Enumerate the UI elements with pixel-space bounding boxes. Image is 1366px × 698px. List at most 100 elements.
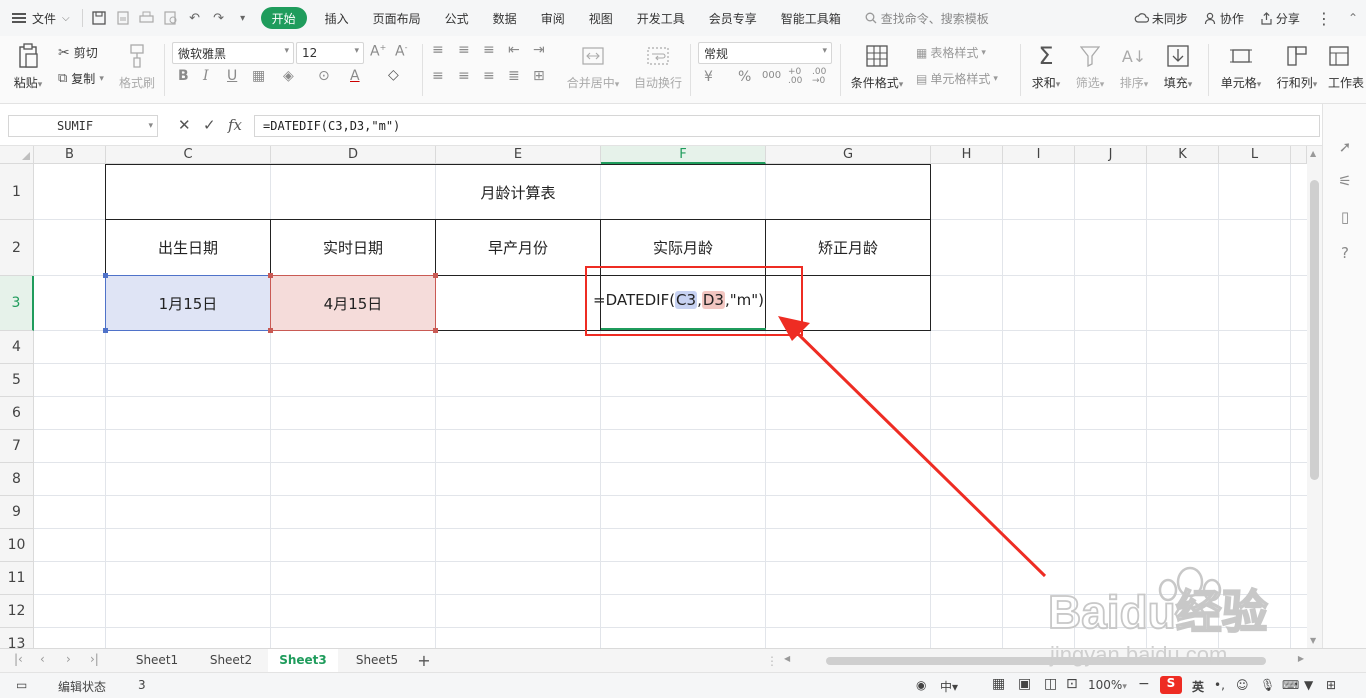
emoji-icon[interactable]: ☺ bbox=[1236, 678, 1249, 692]
tab-data[interactable]: 数据 bbox=[481, 0, 529, 36]
collaborate-button[interactable]: 协作 bbox=[1196, 0, 1252, 36]
confirm-icon[interactable]: ✓ bbox=[203, 116, 216, 134]
align-left-icon[interactable]: ≡ bbox=[432, 68, 444, 84]
quick-access-dropdown-icon[interactable]: ▾ bbox=[231, 6, 255, 30]
borders-icon[interactable]: ▦ bbox=[252, 68, 265, 84]
distributed-align-icon[interactable]: ⊞ bbox=[533, 68, 545, 84]
prev-sheet-icon[interactable]: ‹ bbox=[40, 652, 45, 666]
row-col-button[interactable]: 行和列▾ bbox=[1272, 42, 1322, 91]
eye-protection-icon[interactable]: ◉ bbox=[916, 678, 926, 692]
spreadsheet-grid[interactable]: B C D E F G H I J K L 1 2 3 4 5 6 7 8 9 … bbox=[0, 146, 1307, 648]
redo-icon[interactable]: ↷ bbox=[207, 6, 231, 30]
bold-icon[interactable]: B bbox=[178, 68, 189, 84]
justify-icon[interactable]: ≣ bbox=[508, 68, 520, 84]
wrap-text-button[interactable]: 自动换行 bbox=[632, 42, 684, 91]
font-size-select[interactable]: 12 ▾ bbox=[296, 42, 364, 64]
page-break-view-icon[interactable]: ◫ bbox=[1044, 676, 1057, 692]
underline-icon[interactable]: U bbox=[227, 68, 237, 84]
increase-font-icon[interactable]: A+ bbox=[370, 43, 386, 60]
worksheet-button[interactable]: 工作表 bbox=[1328, 42, 1366, 91]
file-menu[interactable]: 文件 ⌵ bbox=[0, 0, 78, 36]
help-icon[interactable]: ? bbox=[1335, 244, 1355, 264]
align-top-icon[interactable]: ≡ bbox=[432, 42, 444, 58]
sort-button[interactable]: A↓ 排序▾ bbox=[1112, 42, 1156, 91]
conditional-format-button[interactable]: 条件格式▾ bbox=[848, 42, 906, 91]
filter-button[interactable]: 筛选▾ bbox=[1068, 42, 1112, 91]
horizontal-scrollbar[interactable]: ◀ ▶ bbox=[780, 654, 1308, 668]
zoom-out-icon[interactable]: − bbox=[1138, 676, 1150, 692]
align-right-icon[interactable]: ≡ bbox=[483, 68, 495, 84]
next-sheet-icon[interactable]: › bbox=[66, 652, 71, 666]
add-sheet-button[interactable]: + bbox=[414, 649, 434, 672]
save-icon[interactable] bbox=[87, 6, 111, 30]
fill-color-icon[interactable]: ◈ bbox=[283, 68, 294, 84]
tab-developer[interactable]: 开发工具 bbox=[625, 0, 697, 36]
vertical-scroll-thumb[interactable] bbox=[1310, 180, 1319, 480]
keyboard-icon[interactable]: ⌨ bbox=[1282, 678, 1299, 692]
scroll-down-icon[interactable]: ▼ bbox=[1310, 636, 1316, 645]
italic-icon[interactable]: I bbox=[203, 68, 209, 84]
tab-formulas[interactable]: 公式 bbox=[433, 0, 481, 36]
sum-button[interactable]: Σ 求和▾ bbox=[1024, 42, 1068, 91]
decrease-indent-icon[interactable]: ⇤ bbox=[508, 42, 520, 58]
print-icon[interactable] bbox=[135, 6, 159, 30]
cut-button[interactable]: ✂ 剪切 bbox=[58, 44, 98, 61]
cancel-icon[interactable]: ✕ bbox=[178, 116, 191, 134]
number-format-select[interactable]: 常规 ▾ bbox=[698, 42, 832, 64]
toolbox-icon[interactable]: ⊞ bbox=[1326, 678, 1336, 692]
text-effect-icon[interactable]: ⊙ bbox=[318, 68, 330, 84]
increase-decimal-icon[interactable]: +0.00 bbox=[788, 68, 802, 86]
collapse-ribbon-icon[interactable]: ⌃ bbox=[1340, 0, 1366, 36]
copy-button[interactable]: ⧉ 复制 ▾ bbox=[58, 70, 104, 87]
first-sheet-icon[interactable]: |‹ bbox=[14, 652, 23, 666]
punctuation-icon[interactable]: •, bbox=[1214, 678, 1225, 692]
merge-center-button[interactable]: 合并居中▾ bbox=[564, 42, 622, 91]
tab-home[interactable]: 开始 bbox=[260, 7, 307, 29]
tab-review[interactable]: 审阅 bbox=[529, 0, 577, 36]
increase-indent-icon[interactable]: ⇥ bbox=[533, 42, 545, 58]
macro-record-icon[interactable]: ▭ bbox=[16, 678, 27, 692]
cell-button[interactable]: 单元格▾ bbox=[1216, 42, 1266, 91]
table-style-button[interactable]: ▦ 表格样式 ▾ bbox=[916, 44, 986, 61]
print-preview-icon[interactable] bbox=[159, 6, 183, 30]
sync-status[interactable]: 未同步 bbox=[1126, 0, 1196, 36]
zoom-level[interactable]: 100%▾ bbox=[1088, 678, 1127, 692]
decrease-decimal-icon[interactable]: .00 →0 bbox=[812, 68, 826, 86]
skin-icon[interactable]: ▼ bbox=[1304, 678, 1313, 692]
decrease-font-icon[interactable]: A- bbox=[395, 43, 407, 60]
undo-icon[interactable]: ↶ bbox=[183, 6, 207, 30]
normal-view-icon[interactable]: ▦ bbox=[992, 676, 1005, 692]
microphone-icon[interactable]: 🎙︎ bbox=[1260, 678, 1275, 692]
align-middle-icon[interactable]: ≡ bbox=[458, 42, 470, 58]
export-pdf-icon[interactable] bbox=[111, 6, 135, 30]
align-bottom-icon[interactable]: ≡ bbox=[483, 42, 495, 58]
font-name-select[interactable]: 微软雅黑 ▾ bbox=[172, 42, 294, 64]
thousands-separator-icon[interactable]: 000 bbox=[762, 70, 781, 81]
adjust-icon[interactable]: ⚟ bbox=[1335, 172, 1355, 192]
tab-member[interactable]: 会员专享 bbox=[697, 0, 769, 36]
horizontal-scroll-thumb[interactable] bbox=[826, 657, 1266, 665]
more-menu-icon[interactable]: ⋮ bbox=[1308, 0, 1340, 36]
tab-page-layout[interactable]: 页面布局 bbox=[361, 0, 433, 36]
page-layout-view-icon[interactable]: ▣ bbox=[1018, 676, 1031, 692]
tab-split-handle[interactable]: ⋮ bbox=[766, 654, 778, 668]
reading-view-icon[interactable]: ⊡ bbox=[1066, 676, 1078, 692]
percent-icon[interactable]: % bbox=[738, 69, 751, 85]
sheet-tab-3[interactable]: Sheet3 bbox=[268, 649, 338, 672]
sheet-tab-2[interactable]: Sheet2 bbox=[196, 649, 266, 672]
font-color-icon[interactable]: A bbox=[350, 68, 360, 84]
fill-button[interactable]: 填充▾ bbox=[1156, 42, 1200, 91]
name-box[interactable]: SUMIF ▾ bbox=[8, 115, 158, 137]
sheet-tab-5[interactable]: Sheet5 bbox=[342, 649, 412, 672]
tab-smart-toolbox[interactable]: 智能工具箱 bbox=[769, 0, 853, 36]
formula-input[interactable]: =DATEDIF(C3,D3,"m") bbox=[254, 115, 1320, 137]
tab-insert[interactable]: 插入 bbox=[313, 0, 361, 36]
command-search[interactable]: 查找命令、搜索模板 bbox=[853, 0, 1001, 36]
align-center-icon[interactable]: ≡ bbox=[458, 68, 470, 84]
cell-style-button[interactable]: ▤ 单元格样式 ▾ bbox=[916, 70, 998, 87]
tab-view[interactable]: 视图 bbox=[577, 0, 625, 36]
clear-format-icon[interactable]: ◇ bbox=[388, 67, 399, 83]
ime-language[interactable]: 英 bbox=[1192, 678, 1204, 695]
paste-button[interactable]: 粘贴▾ bbox=[6, 42, 50, 91]
cursor-icon[interactable]: ➚ bbox=[1335, 138, 1355, 158]
